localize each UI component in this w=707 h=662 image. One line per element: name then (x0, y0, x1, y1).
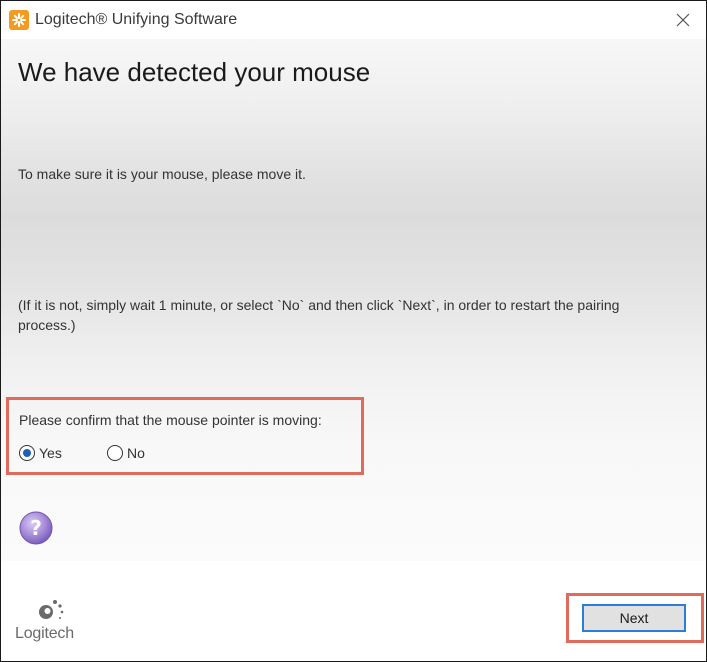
radio-yes-circle[interactable] (19, 445, 35, 461)
instruction-text: To make sure it is your mouse, please mo… (18, 166, 306, 182)
confirm-group: Please confirm that the mouse pointer is… (6, 397, 364, 475)
footer: Logitech Next (1, 561, 706, 661)
radio-no-label: No (127, 445, 145, 461)
radio-no[interactable]: No (107, 445, 145, 461)
logitech-logo: Logitech (15, 597, 95, 647)
close-button[interactable] (668, 5, 698, 35)
confirm-label: Please confirm that the mouse pointer is… (19, 412, 322, 428)
radio-yes-label: Yes (39, 445, 62, 461)
radio-yes[interactable]: Yes (19, 445, 62, 461)
close-icon[interactable] (676, 13, 690, 27)
next-highlight: Next (566, 593, 704, 643)
logitech-logo-icon (39, 600, 64, 619)
restart-note: (If it is not, simply wait 1 minute, or … (18, 297, 620, 333)
logitech-logo-text: Logitech (15, 625, 74, 642)
svg-text:?: ? (30, 516, 42, 540)
radio-no-circle[interactable] (107, 445, 123, 461)
window-title: Logitech® Unifying Software (35, 11, 238, 28)
title-bar: Logitech® Unifying Software (1, 1, 706, 39)
wizard-window: Logitech® Unifying Software We have dete… (0, 0, 707, 662)
help-icon[interactable]: ? (19, 511, 53, 545)
page-title: We have detected your mouse (18, 57, 371, 87)
content-area: We have detected your mouse To make sure… (1, 39, 706, 561)
next-button[interactable]: Next (582, 604, 686, 632)
logitech-app-icon (9, 10, 29, 30)
